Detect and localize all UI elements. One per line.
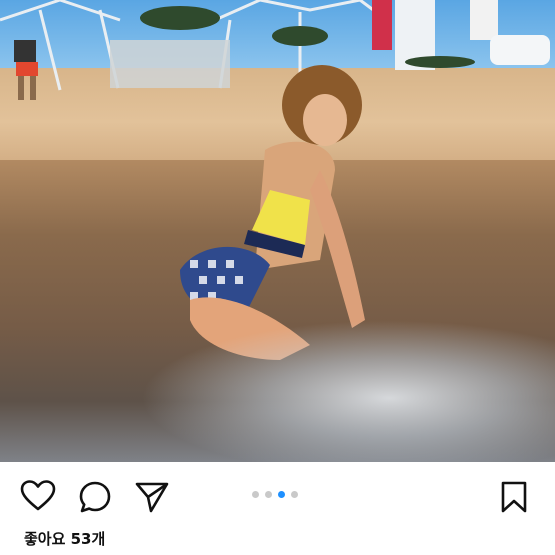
carousel-indicator bbox=[252, 489, 298, 499]
likes-count[interactable]: 좋아요 53개 bbox=[24, 528, 105, 549]
carousel-dot[interactable] bbox=[252, 490, 259, 498]
heart-icon[interactable] bbox=[20, 480, 56, 512]
water-splash bbox=[140, 320, 555, 462]
carousel-dot[interactable] bbox=[291, 490, 298, 498]
bookmark-icon[interactable] bbox=[500, 480, 528, 514]
comment-bubble-icon[interactable] bbox=[78, 480, 112, 514]
carousel-dot[interactable] bbox=[265, 490, 272, 498]
carousel-dot-active[interactable] bbox=[278, 490, 285, 498]
paper-plane-icon[interactable] bbox=[134, 480, 170, 514]
post-photo[interactable] bbox=[0, 0, 555, 462]
